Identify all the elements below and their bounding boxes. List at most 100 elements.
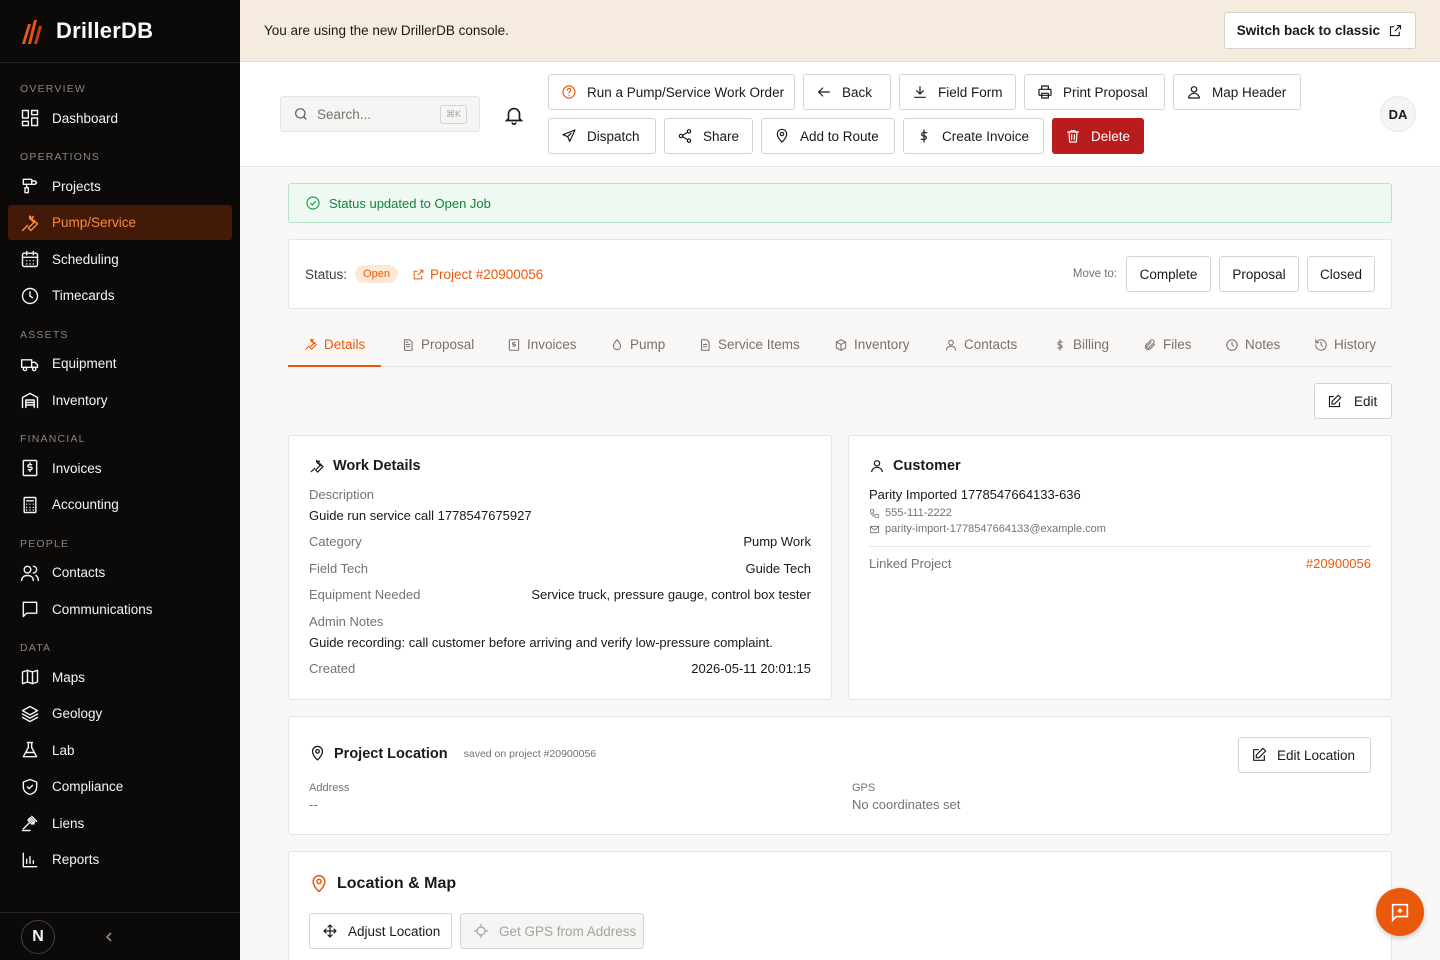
nav-item-accounting[interactable]: Accounting <box>8 487 232 522</box>
dispatch-button[interactable]: Dispatch <box>548 118 656 154</box>
nav-item-timecards[interactable]: Timecards <box>8 278 232 313</box>
create-invoice-button[interactable]: Create Invoice <box>903 118 1044 154</box>
nav-item-contacts[interactable]: Contacts <box>8 555 232 590</box>
nav-label: Contacts <box>52 565 106 580</box>
flask-icon <box>22 741 38 758</box>
nav-item-dashboard[interactable]: Dashboard <box>8 101 232 136</box>
dashboard-icon <box>21 109 39 127</box>
print-proposal-button[interactable]: Print Proposal <box>1024 74 1165 110</box>
address-value: -- <box>309 797 318 812</box>
adjust-location-button[interactable]: Adjust Location <box>309 913 452 949</box>
location-map-card: Location & Map Adjust Location Get GPS f… <box>288 851 1392 960</box>
switch-classic-button[interactable]: Switch back to classic <box>1223 12 1416 49</box>
customer-email[interactable]: parity-import-1778547664133@example.com <box>869 523 1106 535</box>
tab-proposal[interactable]: Proposal <box>401 323 474 366</box>
nav-item-scheduling[interactable]: Scheduling <box>8 242 232 277</box>
user-avatar[interactable]: DA <box>1380 96 1416 132</box>
linked-project-link[interactable]: #20900056 <box>1306 556 1371 571</box>
collapse-sidebar-button[interactable] <box>99 927 119 947</box>
move-proposal-button[interactable]: Proposal <box>1219 256 1299 292</box>
notifications-button[interactable] <box>503 104 525 129</box>
edit-label: Edit <box>1354 393 1378 409</box>
chat-fab-button[interactable] <box>1376 888 1424 936</box>
nav-label: Geology <box>52 706 103 721</box>
back-button[interactable]: Back <box>803 74 891 110</box>
tab-billing[interactable]: Billing <box>1053 323 1109 366</box>
share-button[interactable]: Share <box>664 118 753 154</box>
tab-notes[interactable]: Notes <box>1225 323 1280 366</box>
help-circle-icon <box>562 85 576 99</box>
check-circle-icon <box>306 196 320 210</box>
invoice-icon <box>508 338 520 351</box>
tab-invoices[interactable]: Invoices <box>507 323 577 366</box>
tab-inventory[interactable]: Inventory <box>834 323 910 366</box>
tab-service-items[interactable]: Service Items <box>698 323 800 366</box>
brand[interactable]: DrillerDB <box>0 0 240 63</box>
nav-item-liens[interactable]: Liens <box>8 806 232 841</box>
gps-label: GPS <box>852 782 876 794</box>
map-header-label: Map Header <box>1212 84 1287 100</box>
admin-notes-label: Admin Notes <box>309 614 384 629</box>
delete-button[interactable]: Delete <box>1052 118 1144 154</box>
nav-item-reports[interactable]: Reports <box>8 842 232 877</box>
download-icon <box>914 86 926 98</box>
customer-phone[interactable]: 555-111-2222 <box>869 507 952 519</box>
tab-label: Invoices <box>527 337 577 352</box>
nav-section-overview: OVERVIEW <box>20 83 87 95</box>
nav-label: Liens <box>52 815 85 831</box>
nav-label: Reports <box>52 852 100 867</box>
tab-label: Proposal <box>421 337 475 352</box>
nav-item-pump-service[interactable]: Pump/Service <box>8 205 232 240</box>
field-form-button[interactable]: Field Form <box>899 74 1016 110</box>
nav-label: Inventory <box>52 392 108 408</box>
edit-button[interactable]: Edit <box>1314 383 1392 419</box>
nav-item-maps[interactable]: Maps <box>8 660 232 695</box>
add-to-route-button[interactable]: Add to Route <box>761 118 895 154</box>
file-text-icon <box>403 338 413 351</box>
droplet-icon <box>612 338 622 350</box>
page-header: Search... ⌘K Run a Pump/Service Work Ord… <box>240 62 1440 167</box>
nav-section-assets: ASSETS <box>20 328 69 341</box>
tab-files[interactable]: Files <box>1143 323 1192 366</box>
move-complete-button[interactable]: Complete <box>1126 256 1211 292</box>
map-pin-icon <box>311 745 324 761</box>
tab-pump[interactable]: Pump <box>610 323 665 366</box>
nav-item-communications[interactable]: Communications <box>8 592 232 627</box>
search-input[interactable]: Search... ⌘K <box>280 96 480 132</box>
success-alert: Status updated to Open Job <box>288 183 1392 223</box>
project-link[interactable]: Project #20900056 <box>412 267 543 282</box>
tab-label: Pump <box>630 337 666 352</box>
nav-item-inventory[interactable]: Inventory <box>8 383 232 418</box>
tab-details[interactable]: Details <box>288 323 382 367</box>
nav-label: Maps <box>52 669 86 685</box>
project-location-card: Project Location saved on project #20900… <box>288 716 1392 835</box>
print-proposal-label: Print Proposal <box>1063 84 1148 100</box>
search-placeholder: Search... <box>317 106 372 122</box>
nav-item-compliance[interactable]: Compliance <box>8 769 232 804</box>
tab-label: History <box>1334 337 1377 352</box>
email-text: parity-import-1778547664133@example.com <box>885 523 1106 535</box>
nav-item-equipment[interactable]: Equipment <box>8 346 232 381</box>
map-pin-icon <box>312 874 326 893</box>
map-header-button[interactable]: Map Header <box>1173 74 1301 110</box>
edit-location-button[interactable]: Edit Location <box>1238 737 1371 773</box>
history-icon <box>1315 338 1327 351</box>
nav-label: Equipment <box>52 356 117 371</box>
nav-item-geology[interactable]: Geology <box>8 696 232 731</box>
nav-item-invoices[interactable]: Invoices <box>8 451 232 486</box>
workspace-badge[interactable]: N <box>21 919 55 954</box>
user-badge-icon <box>1188 86 1200 99</box>
customer-name[interactable]: Parity Imported 1778547664133-636 <box>869 487 1081 502</box>
equipment-label: Equipment Needed <box>309 587 421 602</box>
nav-item-lab[interactable]: Lab <box>8 733 232 768</box>
project-location-title: Project Location <box>334 745 448 762</box>
get-gps-button[interactable]: Get GPS from Address <box>460 913 644 949</box>
nav-label: Communications <box>52 601 153 617</box>
move-closed-button[interactable]: Closed <box>1307 256 1375 292</box>
tab-contacts[interactable]: Contacts <box>944 323 1017 366</box>
category-label: Category <box>309 534 362 549</box>
run-work-order-button[interactable]: Run a Pump/Service Work Order <box>548 74 795 110</box>
field-tech-value: Guide Tech <box>745 561 811 576</box>
tab-history[interactable]: History <box>1314 323 1376 366</box>
nav-item-projects[interactable]: Projects <box>8 169 232 204</box>
